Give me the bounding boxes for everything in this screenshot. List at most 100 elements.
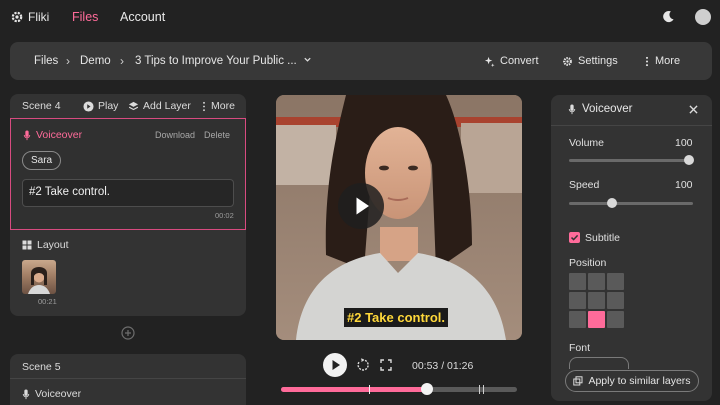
scene-title: Scene 4 — [22, 100, 61, 112]
scene-card: Scene 4 Play Add Layer More Voiceover Do… — [10, 94, 246, 316]
more-label: More — [655, 55, 681, 67]
avatar[interactable] — [695, 9, 711, 25]
voiceover-label: Voiceover — [35, 388, 82, 400]
microphone-icon — [568, 103, 576, 114]
play-icon — [332, 360, 340, 370]
layout-label: Layout — [37, 239, 69, 251]
subtitle-checkbox[interactable] — [569, 232, 580, 243]
voiceover-heading[interactable]: Voiceover — [22, 388, 81, 400]
add-scene-icon[interactable] — [121, 326, 135, 343]
scene-marker — [479, 385, 480, 394]
convert-label: Convert — [500, 55, 539, 67]
layout-grid-icon — [22, 240, 32, 250]
position-cell[interactable] — [607, 292, 624, 309]
layout-duration: 00:21 — [38, 297, 57, 306]
timeline-progress — [281, 387, 428, 392]
video-subtitle: #2 Take control. — [344, 308, 449, 327]
logo[interactable]: Fliki — [11, 10, 49, 24]
breadcrumb-files[interactable]: Files — [34, 55, 58, 67]
volume-slider-handle[interactable] — [684, 155, 694, 165]
layout-heading: Layout — [22, 239, 69, 251]
nav-account[interactable]: Account — [120, 10, 165, 24]
chevron-down-icon[interactable] — [303, 55, 312, 67]
voiceover-layer[interactable]: Voiceover Download Delete — [10, 118, 246, 230]
close-icon[interactable] — [689, 105, 698, 117]
voiceover-heading: Voiceover — [23, 129, 82, 141]
volume-slider[interactable] — [569, 159, 693, 162]
logo-text: Fliki — [28, 10, 50, 24]
speed-slider-handle[interactable] — [607, 198, 618, 208]
chevron-right-icon: › — [66, 54, 70, 68]
microphone-icon — [23, 129, 31, 140]
scene-card: Scene 5 Voiceover — [10, 354, 246, 405]
scene-title: Scene 5 — [22, 361, 61, 373]
microphone-icon — [22, 388, 30, 399]
time-display: 00:53 / 01:26 — [412, 360, 474, 372]
voiceover-label: Voiceover — [36, 129, 83, 141]
moon-icon[interactable] — [662, 10, 675, 26]
download-link[interactable]: Download — [155, 130, 195, 140]
gear-icon — [563, 56, 572, 66]
layout-thumbnail[interactable] — [22, 260, 56, 294]
chevron-right-icon: › — [120, 54, 124, 68]
more-button[interactable]: More — [644, 55, 680, 67]
fliki-logo-icon — [11, 11, 23, 23]
apply-to-similar-layers-button[interactable]: Apply to similar layers — [565, 370, 699, 392]
speed-slider[interactable] — [569, 202, 693, 205]
play-circle-icon — [83, 100, 94, 112]
font-select[interactable] — [569, 357, 629, 369]
convert-button[interactable]: Convert — [484, 55, 539, 67]
more-vertical-icon — [203, 101, 205, 111]
video-play-button[interactable] — [338, 183, 384, 229]
divider — [10, 378, 246, 379]
panel-title: Voiceover — [582, 103, 633, 115]
position-cell[interactable] — [588, 273, 605, 290]
scene-play-label: Play — [98, 100, 119, 112]
scene-marker — [483, 385, 484, 394]
replay-icon[interactable] — [356, 358, 370, 375]
position-cell[interactable] — [569, 273, 586, 290]
voice-chip[interactable]: Sara — [22, 151, 62, 170]
scene-header: Scene 4 Play Add Layer More — [10, 94, 246, 118]
position-cell[interactable] — [607, 273, 624, 290]
voiceover-text-input[interactable]: #2 Take control. — [22, 179, 234, 207]
position-cell[interactable] — [588, 311, 605, 328]
fullscreen-icon[interactable] — [380, 359, 392, 374]
timeline-handle[interactable] — [421, 383, 434, 395]
scene-play-button[interactable]: Play — [83, 100, 118, 112]
position-cell[interactable] — [588, 292, 605, 309]
text-duration: 00:02 — [215, 211, 234, 220]
sparkle-icon — [484, 56, 495, 67]
speed-label: Speed — [569, 179, 600, 191]
position-grid[interactable] — [569, 273, 625, 329]
divider — [551, 125, 712, 126]
scene-marker — [369, 385, 370, 394]
settings-label: Settings — [578, 55, 618, 67]
font-label: Font — [569, 342, 591, 354]
timeline-scrubber[interactable] — [281, 385, 517, 394]
breadcrumb-demo[interactable]: Demo — [80, 55, 111, 67]
volume-value: 100 — [675, 137, 693, 149]
position-cell[interactable] — [607, 311, 624, 328]
scene-more-button[interactable]: More — [201, 100, 235, 112]
play-icon — [356, 197, 369, 215]
position-label: Position — [569, 257, 607, 269]
layers-icon — [128, 101, 139, 110]
settings-button[interactable]: Settings — [562, 55, 618, 67]
add-layer-label: Add Layer — [143, 100, 191, 112]
nav-files[interactable]: Files — [72, 10, 98, 24]
video-preview[interactable]: #2 Take control. — [276, 95, 522, 340]
subtitle-label: Subtitle — [585, 232, 621, 244]
check-icon — [570, 234, 579, 241]
top-nav: Fliki Files Account — [0, 0, 720, 36]
panel-header: Voiceover — [568, 103, 633, 115]
play-button[interactable] — [323, 353, 347, 377]
add-layer-button[interactable]: Add Layer — [128, 100, 191, 112]
breadcrumb-file-title[interactable]: 3 Tips to Improve Your Public ... — [135, 55, 297, 67]
apply-label: Apply to similar layers — [588, 375, 691, 387]
video-frame — [276, 95, 522, 340]
delete-link[interactable]: Delete — [204, 130, 230, 140]
position-cell[interactable] — [569, 292, 586, 309]
scene-more-label: More — [211, 100, 235, 112]
position-cell[interactable] — [569, 311, 586, 328]
